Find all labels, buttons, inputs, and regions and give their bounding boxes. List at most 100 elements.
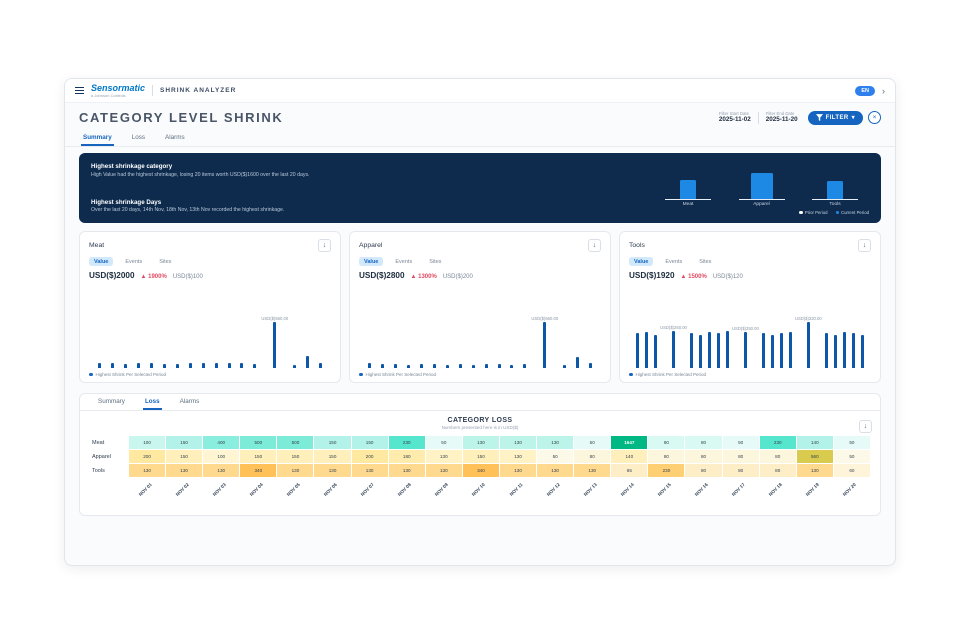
current-period-value: USD($)2000	[89, 271, 135, 280]
heatmap-cell[interactable]: 130	[389, 464, 425, 477]
heatmap-cell[interactable]: 50	[834, 450, 870, 463]
prior-period-line	[812, 199, 858, 201]
heatmap-cell[interactable]: 150	[463, 450, 499, 463]
heatmap-cell[interactable]: 60	[834, 464, 870, 477]
heatmap-cell[interactable]: 150	[240, 450, 276, 463]
heatmap-cell[interactable]: 80	[723, 450, 759, 463]
clear-filter-button[interactable]: ×	[868, 111, 881, 124]
heatmap-cell[interactable]: 130	[537, 464, 573, 477]
download-button[interactable]: ↓	[859, 420, 872, 433]
tab-loss[interactable]: Loss	[130, 130, 147, 146]
heatmap-cell[interactable]: 150	[166, 450, 202, 463]
heatmap-cell[interactable]: 50	[723, 436, 759, 449]
heatmap-cell[interactable]: 130	[203, 464, 239, 477]
heatmap-cell[interactable]: 100	[203, 450, 239, 463]
heatmap-cell[interactable]: 80	[574, 450, 610, 463]
banner-category-label: Meat	[683, 202, 694, 207]
heatmap-cell[interactable]: 80	[648, 436, 684, 449]
heatmap-cell[interactable]: 130	[426, 450, 462, 463]
heatmap-cell[interactable]: 500	[240, 436, 276, 449]
brand-subtitle: a Johnson Controls	[91, 94, 145, 98]
heatmap-cell[interactable]: 130	[500, 450, 536, 463]
heatmap-cell[interactable]: 130	[537, 436, 573, 449]
user-badge[interactable]: EN	[855, 86, 875, 96]
tab-loss[interactable]: Loss	[143, 394, 162, 410]
brand-name: Sensormatic	[91, 84, 145, 93]
tab-summary[interactable]: Summary	[81, 130, 114, 146]
current-period-value: USD($)1920	[629, 271, 675, 280]
heatmap-cell[interactable]: 80	[685, 464, 721, 477]
heatmap-cell[interactable]: 80	[760, 464, 796, 477]
heatmap-cell[interactable]: 150	[314, 450, 350, 463]
heatmap-cell[interactable]: 130	[277, 464, 313, 477]
current-period-dot-icon	[836, 211, 840, 215]
heatmap-cell[interactable]: 150	[277, 450, 313, 463]
heatmap-cell[interactable]: 230	[760, 436, 796, 449]
card-tab-sites[interactable]: Sites	[154, 257, 176, 266]
heatmap-cell[interactable]: 180	[389, 450, 425, 463]
heatmap-cell[interactable]: 130	[574, 464, 610, 477]
tab-alarms[interactable]: Alarms	[178, 394, 202, 410]
card-tab-value[interactable]: Value	[629, 257, 653, 266]
heatmap-cell[interactable]: 130	[426, 464, 462, 477]
heatmap-cell[interactable]: 150	[352, 436, 388, 449]
menu-icon[interactable]	[75, 87, 84, 94]
heatmap-cell[interactable]: 340	[463, 464, 499, 477]
filter-end-date: Filter End Date 2025-11-20	[766, 111, 798, 124]
download-button[interactable]: ↓	[318, 239, 331, 252]
heatmap-cell[interactable]: 500	[277, 436, 313, 449]
card-title: Meat	[89, 242, 104, 249]
heatmap-cell[interactable]: 130	[500, 464, 536, 477]
heatmap-cell[interactable]: 400	[203, 436, 239, 449]
heatmap-cell[interactable]: 50	[537, 450, 573, 463]
card-tab-events[interactable]: Events	[120, 257, 147, 266]
heatmap-cell[interactable]: 130	[463, 436, 499, 449]
heatmap-cell[interactable]: 100	[129, 436, 165, 449]
card-tab-events[interactable]: Events	[390, 257, 417, 266]
heatmap-cell[interactable]: 65	[611, 464, 647, 477]
heatmap-cell[interactable]: 130	[797, 464, 833, 477]
heatmap-cell[interactable]: 50	[834, 436, 870, 449]
date-label: NOV 18	[768, 482, 783, 497]
card-tab-value[interactable]: Value	[89, 257, 113, 266]
card-tab-value[interactable]: Value	[359, 257, 383, 266]
heatmap-cell[interactable]: 130	[166, 464, 202, 477]
card-tab-events[interactable]: Events	[660, 257, 687, 266]
heatmap-cell[interactable]: 230	[648, 464, 684, 477]
heatmap-cell[interactable]: 80	[685, 436, 721, 449]
heatmap-cell[interactable]: 50	[574, 436, 610, 449]
bar-annotation: USD($)560.00	[261, 316, 288, 321]
heatmap-cell[interactable]: 80	[685, 450, 721, 463]
heatmap-cell[interactable]: 130	[500, 436, 536, 449]
heatmap-cell[interactable]: 140	[797, 436, 833, 449]
heatmap-cell[interactable]: 130	[129, 464, 165, 477]
heatmap-cell[interactable]: 130	[314, 464, 350, 477]
heatmap-cell[interactable]: 130	[352, 464, 388, 477]
heatmap-cell[interactable]: 80	[648, 450, 684, 463]
heatmap-cell[interactable]: 150	[314, 436, 350, 449]
chevron-right-icon[interactable]: ›	[882, 86, 885, 96]
heatmap-cell[interactable]: 150	[166, 436, 202, 449]
heatmap-cell[interactable]: 200	[352, 450, 388, 463]
card-tab-sites[interactable]: Sites	[424, 257, 446, 266]
heatmap-cell[interactable]: 230	[389, 436, 425, 449]
tab-alarms[interactable]: Alarms	[163, 130, 187, 146]
heatmap-cell[interactable]: 340	[240, 464, 276, 477]
card-tabs: Value Events Sites	[629, 257, 871, 266]
mini-bar	[184, 312, 197, 368]
heatmap-cell[interactable]: 140	[611, 450, 647, 463]
heatmap-cell[interactable]: 560	[797, 450, 833, 463]
mini-bar	[119, 312, 132, 368]
heatmap-cell[interactable]: 50	[426, 436, 462, 449]
card-tab-sites[interactable]: Sites	[694, 257, 716, 266]
tab-summary[interactable]: Summary	[96, 394, 127, 410]
heatmap-cell[interactable]: 200	[129, 450, 165, 463]
legend-label: Highest Shrink Per Selected Period	[366, 372, 437, 377]
download-button[interactable]: ↓	[858, 239, 871, 252]
heatmap-cell[interactable]: 80	[760, 450, 796, 463]
mini-bar	[402, 312, 415, 368]
heatmap-cell[interactable]: 1647	[611, 436, 647, 449]
heatmap-cell[interactable]: 80	[723, 464, 759, 477]
download-button[interactable]: ↓	[588, 239, 601, 252]
filter-button[interactable]: FILTER ▾	[808, 111, 863, 125]
